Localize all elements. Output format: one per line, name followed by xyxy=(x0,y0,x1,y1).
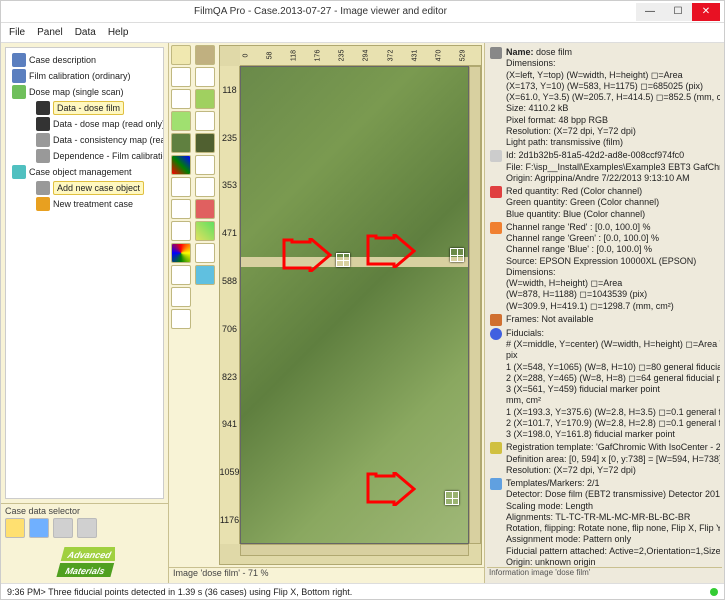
case-tree[interactable]: Case description Film calibration (ordin… xyxy=(5,47,164,499)
cursor-icon xyxy=(490,150,502,162)
scrollbar-horizontal[interactable] xyxy=(240,544,469,556)
film-icon xyxy=(36,117,50,131)
surface-icon xyxy=(490,442,502,454)
tool2-k[interactable] xyxy=(195,265,215,285)
tool2-c[interactable] xyxy=(195,89,215,109)
main-area: Case description Film calibration (ordin… xyxy=(1,43,724,583)
menubar: File Panel Data Help xyxy=(1,23,724,43)
star-icon xyxy=(36,197,50,211)
tool-pointer-button[interactable] xyxy=(171,67,191,87)
ruler-x: 058118176235294372431470529 xyxy=(240,46,481,66)
advanced-materials-logo: Advanced Materials xyxy=(1,543,168,583)
annotation-arrow-icon xyxy=(366,472,416,506)
tree-item-add-case-object[interactable]: Add new case object xyxy=(8,180,161,196)
statusbar: 9:36 PM> Three fiducial points detected … xyxy=(1,583,724,599)
gear-icon xyxy=(12,165,26,179)
tool2-e[interactable] xyxy=(195,133,215,153)
tool-swatch-button[interactable] xyxy=(171,133,191,153)
tree-item-case-description[interactable]: Case description xyxy=(8,52,161,68)
tool2-f[interactable] xyxy=(195,155,215,175)
image-canvas[interactable]: 058118176235294372431470529 118235353471… xyxy=(219,45,482,565)
tree-item-new-treatment[interactable]: New treatment case xyxy=(8,196,161,212)
selector-open-button[interactable] xyxy=(5,518,25,538)
svg-text:Advanced: Advanced xyxy=(65,550,112,560)
map-icon xyxy=(36,133,50,147)
link-icon xyxy=(36,149,50,163)
statistics-icon xyxy=(490,186,502,198)
status-text: 9:36 PM> Three fiducial points detected … xyxy=(7,587,352,597)
scrollbar-vertical[interactable] xyxy=(469,66,481,544)
tool2-b[interactable] xyxy=(195,67,215,87)
case-data-selector: Case data selector xyxy=(1,503,168,543)
tool2-a[interactable] xyxy=(195,45,215,65)
tool-grid-button[interactable] xyxy=(171,45,191,65)
menu-help[interactable]: Help xyxy=(108,27,129,38)
tool-clock-button[interactable] xyxy=(171,287,191,307)
tree-item-dose-map[interactable]: Dose map (single scan) xyxy=(8,84,161,100)
toolbar-left xyxy=(169,43,193,567)
maximize-button[interactable]: ☐ xyxy=(664,3,692,21)
tool-crop-button[interactable] xyxy=(171,221,191,241)
map-icon xyxy=(12,85,26,99)
fiducial-marker-3[interactable] xyxy=(445,491,459,505)
tree-item-data-dose-film[interactable]: Data - dose film xyxy=(8,100,161,116)
selector-export-button[interactable] xyxy=(53,518,73,538)
fiducial-icon xyxy=(490,328,502,340)
svg-text:Materials: Materials xyxy=(64,566,106,576)
menu-file[interactable]: File xyxy=(9,27,25,38)
film-image[interactable] xyxy=(240,66,469,544)
minimize-button[interactable]: — xyxy=(636,3,664,21)
add-icon xyxy=(36,181,50,195)
tool2-d[interactable] xyxy=(195,111,215,131)
fiducial-marker-1[interactable] xyxy=(336,253,350,267)
contour-icon xyxy=(490,314,502,326)
titlebar: FilmQA Pro - Case.2013-07-27 - Image vie… xyxy=(1,1,724,23)
selector-save-button[interactable] xyxy=(29,518,49,538)
report-icon xyxy=(490,478,502,490)
tool2-i[interactable] xyxy=(195,221,215,241)
window-title: FilmQA Pro - Case.2013-07-27 - Image vie… xyxy=(5,6,636,17)
ruler-y: 11823535347158870682394110591176 xyxy=(220,66,240,544)
tool-rotate-button[interactable] xyxy=(171,265,191,285)
menu-data[interactable]: Data xyxy=(75,27,96,38)
tool-fit-button[interactable] xyxy=(171,199,191,219)
canvas-status: Image 'dose film' - 71 % xyxy=(169,567,484,583)
selector-label: Case data selector xyxy=(5,506,164,516)
fiducial-marker-2[interactable] xyxy=(450,248,464,262)
doc-icon xyxy=(12,53,26,67)
info-footer: Information image 'dose film' xyxy=(487,567,722,581)
tree-item-case-object-mgmt[interactable]: Case object management xyxy=(8,164,161,180)
gear-icon xyxy=(12,69,26,83)
tool-settings-button[interactable] xyxy=(171,309,191,329)
tool2-j[interactable] xyxy=(195,243,215,263)
tree-item-dependence[interactable]: Dependence - Film calibration xyxy=(8,148,161,164)
app-window: FilmQA Pro - Case.2013-07-27 - Image vie… xyxy=(0,0,725,600)
film-strip-divider xyxy=(241,257,468,267)
tool-curve-button[interactable] xyxy=(171,89,191,109)
info-panel: Name: dose film Dimensions: (X=left, Y=t… xyxy=(484,43,724,583)
selector-print-button[interactable] xyxy=(77,518,97,538)
center-panel: 058118176235294372431470529 118235353471… xyxy=(169,43,484,583)
status-led-icon xyxy=(710,588,718,596)
info-content: Name: dose film Dimensions: (X=left, Y=t… xyxy=(487,45,722,567)
film-icon xyxy=(36,101,50,115)
toolbar-left-2 xyxy=(193,43,217,567)
profile-icon xyxy=(490,222,502,234)
tree-item-data-dose-map[interactable]: Data - dose map (read only) xyxy=(8,116,161,132)
tool-zoom-button[interactable] xyxy=(171,177,191,197)
tool-triangle-button[interactable] xyxy=(171,155,191,175)
menu-panel[interactable]: Panel xyxy=(37,27,63,38)
tree-item-data-consistency[interactable]: Data - consistency map (read xyxy=(8,132,161,148)
info-icon xyxy=(490,47,502,59)
tool-color-button[interactable] xyxy=(171,243,191,263)
tool2-g[interactable] xyxy=(195,177,215,197)
close-button[interactable]: ✕ xyxy=(692,3,720,21)
tool-brush-button[interactable] xyxy=(171,111,191,131)
tool2-h[interactable] xyxy=(195,199,215,219)
left-panel: Case description Film calibration (ordin… xyxy=(1,43,169,583)
tree-item-film-calibration[interactable]: Film calibration (ordinary) xyxy=(8,68,161,84)
